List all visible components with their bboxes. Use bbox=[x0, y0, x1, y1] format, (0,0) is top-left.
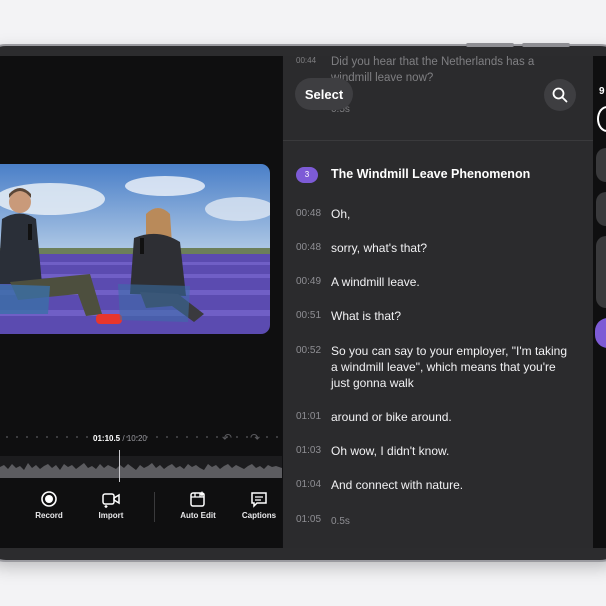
import-camera-icon bbox=[102, 493, 120, 508]
ruler-tick bbox=[276, 436, 278, 438]
audio-waveform[interactable] bbox=[0, 456, 282, 478]
line-text: And connect with nature. bbox=[331, 478, 464, 492]
line-text: A windmill leave. bbox=[331, 275, 420, 289]
line-text: Oh, bbox=[331, 207, 351, 221]
line-time: 01:03 bbox=[296, 445, 322, 456]
line-time: 00:49 bbox=[296, 276, 322, 287]
video-preview[interactable] bbox=[0, 164, 270, 334]
chapter-number-badge: 3 bbox=[296, 166, 318, 183]
playhead[interactable] bbox=[119, 450, 120, 482]
pause-indicator: 0.5s bbox=[331, 516, 350, 527]
ruler-tick bbox=[196, 436, 198, 438]
side-control[interactable] bbox=[596, 148, 606, 182]
ruler-tick bbox=[16, 436, 18, 438]
volume-button bbox=[466, 43, 514, 47]
ruler-tick bbox=[86, 436, 88, 438]
transcript-pane: 00:44 Did you hear that the Netherlands … bbox=[283, 56, 593, 548]
divider bbox=[283, 140, 593, 141]
ruler-tick bbox=[46, 436, 48, 438]
line-text: around or bike around. bbox=[331, 410, 452, 424]
ruler-tick bbox=[206, 436, 208, 438]
side-control[interactable] bbox=[596, 192, 606, 226]
chapter-title: The Windmill Leave Phenomenon bbox=[331, 167, 531, 181]
side-panel: 9 bbox=[593, 56, 606, 548]
line-text: sorry, what's that? bbox=[331, 241, 428, 255]
import-button[interactable]: Import bbox=[83, 490, 139, 520]
timecode-total: 10:20 bbox=[126, 434, 147, 443]
editor-pane: 01:10.5 / 10:20 ↶ ↷ Record Import Auto E… bbox=[0, 56, 282, 548]
search-button[interactable] bbox=[544, 79, 576, 111]
ruler-tick bbox=[66, 436, 68, 438]
captions-icon bbox=[251, 492, 267, 508]
progress-ring-icon bbox=[597, 106, 606, 132]
record-label: Record bbox=[35, 511, 63, 520]
captions-label: Captions bbox=[241, 511, 277, 520]
timecode-separator: / bbox=[122, 434, 125, 443]
faded-time: 00:44 bbox=[296, 56, 317, 65]
auto-edit-button[interactable]: Auto Edit bbox=[170, 490, 226, 520]
ruler-tick bbox=[236, 436, 238, 438]
line-text: So you can say to your employer, "I'm ta… bbox=[331, 344, 567, 390]
editor-toolbar: Record Import Auto Edit Captions bbox=[0, 486, 282, 536]
auto-edit-label: Auto Edit bbox=[180, 511, 216, 520]
import-label: Import bbox=[98, 511, 124, 520]
faded-transcript-line: Did you hear that the Netherlands has a … bbox=[331, 56, 535, 84]
ruler-tick bbox=[216, 436, 218, 438]
ruler-tick bbox=[26, 436, 28, 438]
line-time: 00:51 bbox=[296, 310, 322, 321]
line-time: 00:52 bbox=[296, 345, 322, 356]
ruler-tick bbox=[6, 436, 8, 438]
ruler-tick bbox=[156, 436, 158, 438]
line-time: 01:05 bbox=[296, 514, 322, 525]
ruler-tick bbox=[76, 436, 78, 438]
toolbar-divider bbox=[154, 492, 155, 522]
undo-icon[interactable]: ↶ bbox=[222, 431, 232, 445]
timecode: 01:10.5 / 10:20 bbox=[93, 434, 147, 443]
search-icon bbox=[552, 87, 568, 103]
line-text: What is that? bbox=[331, 309, 402, 323]
screen: 01:10.5 / 10:20 ↶ ↷ Record Import Auto E… bbox=[0, 56, 606, 548]
ruler-tick bbox=[186, 436, 188, 438]
chapter-header[interactable]: 3 The Windmill Leave Phenomenon bbox=[296, 166, 530, 184]
record-button[interactable]: Record bbox=[21, 490, 77, 520]
ruler-tick bbox=[246, 436, 248, 438]
auto-edit-icon bbox=[190, 491, 205, 507]
record-icon bbox=[41, 491, 57, 507]
ruler-tick bbox=[176, 436, 178, 438]
video-frame-image bbox=[0, 164, 270, 334]
line-time: 01:01 bbox=[296, 411, 322, 422]
line-time: 01:04 bbox=[296, 479, 322, 490]
side-control[interactable] bbox=[596, 236, 606, 308]
timecode-current: 01:10.5 bbox=[93, 434, 121, 443]
line-time: 00:48 bbox=[296, 208, 322, 219]
redo-icon[interactable]: ↷ bbox=[250, 431, 260, 445]
ruler-tick bbox=[56, 436, 58, 438]
ruler-tick bbox=[166, 436, 168, 438]
captions-button[interactable]: Captions bbox=[231, 490, 287, 520]
line-time: 00:48 bbox=[296, 242, 322, 253]
waveform-graphic bbox=[0, 463, 282, 478]
volume-button bbox=[522, 43, 570, 47]
ruler-tick bbox=[36, 436, 38, 438]
select-button[interactable]: Select bbox=[295, 78, 353, 110]
side-number: 9 bbox=[599, 86, 605, 97]
line-text: Oh wow, I didn't know. bbox=[331, 444, 450, 458]
ruler-tick bbox=[266, 436, 268, 438]
side-action-button[interactable] bbox=[595, 318, 606, 348]
